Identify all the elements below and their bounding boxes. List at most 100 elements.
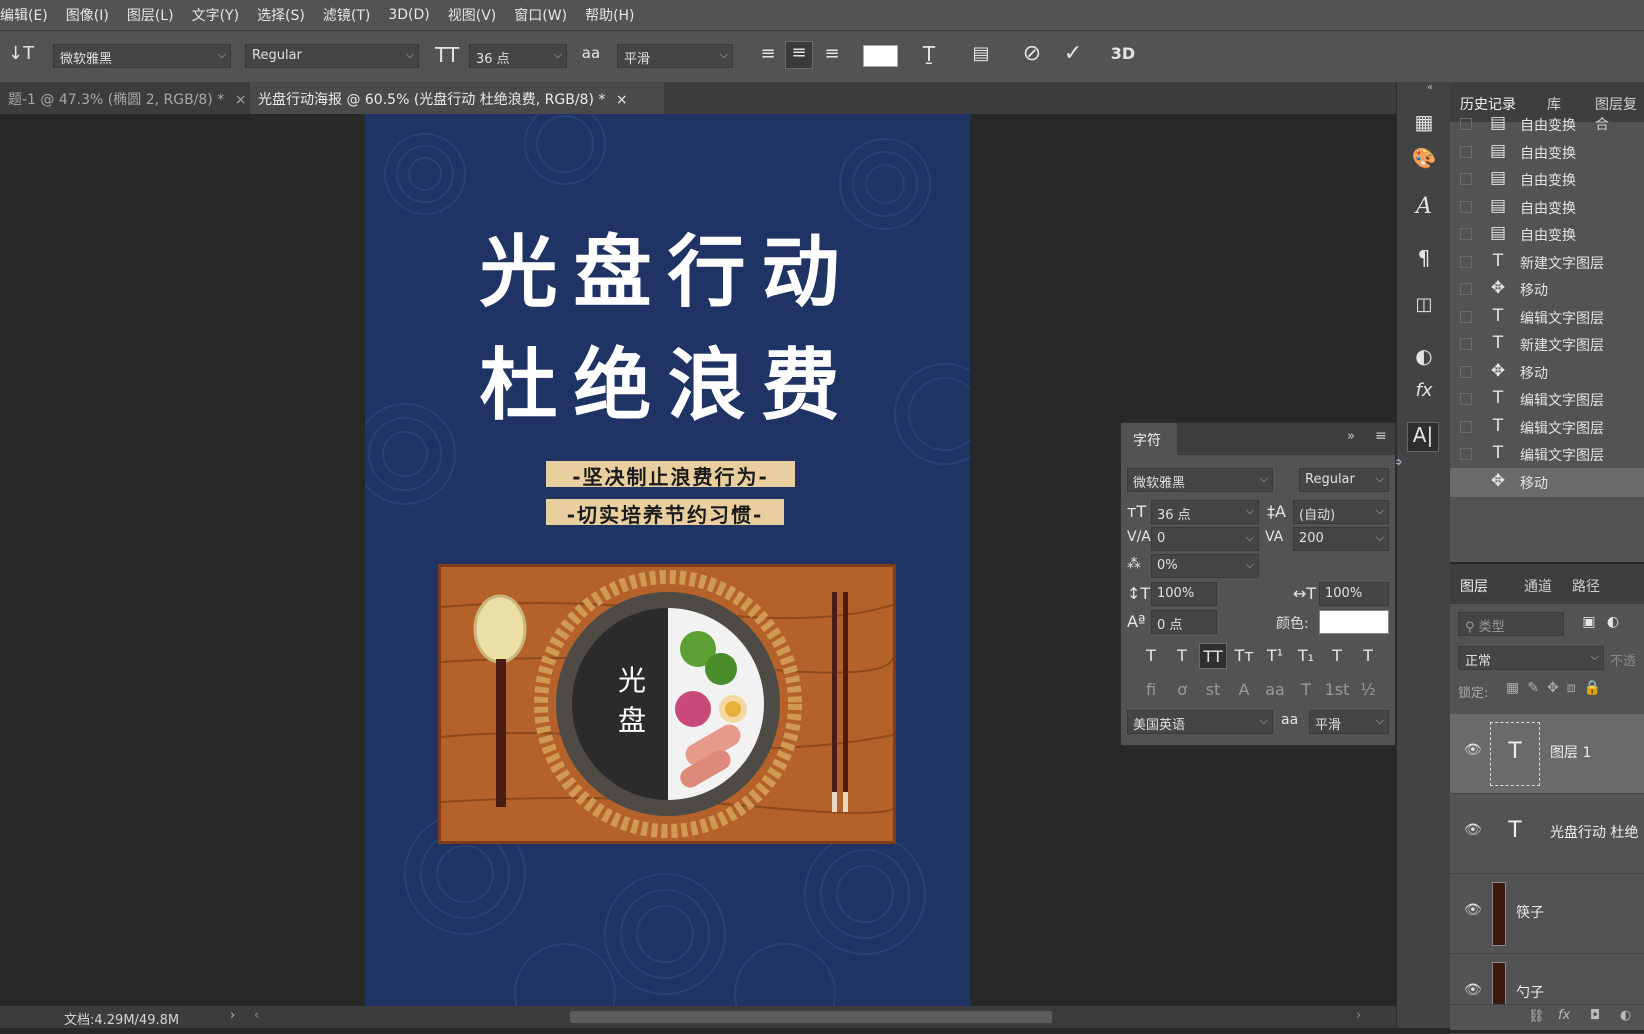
text-color-swatch[interactable]	[863, 45, 898, 67]
history-item[interactable]: T 编辑文字图层	[1450, 440, 1644, 469]
font-style-dropdown[interactable]: Regular ⌵	[245, 44, 419, 68]
char-vscale-field[interactable]: 100%	[1151, 582, 1217, 606]
blend-mode-dropdown[interactable]: 正常 ⌵	[1458, 646, 1604, 670]
3d-materials-icon[interactable]: ◫	[1411, 294, 1437, 315]
visibility-eye-icon[interactable]: 👁	[1464, 982, 1482, 998]
history-item[interactable]: ✥ 移动	[1450, 275, 1644, 304]
type-style-button-5[interactable]: T₁	[1292, 643, 1320, 669]
history-snapshot-checkbox[interactable]	[1460, 173, 1472, 185]
scroll-right-icon[interactable]: ›	[1356, 1008, 1361, 1023]
align-center-icon[interactable]: ≡	[785, 41, 813, 69]
type-style-button-1[interactable]: T	[1168, 643, 1196, 669]
type-style-button-0[interactable]: T	[1137, 643, 1165, 669]
history-snapshot-checkbox[interactable]	[1460, 118, 1472, 130]
glyphs-icon[interactable]: A	[1411, 194, 1437, 219]
adjustments-icon[interactable]: ◐	[1411, 344, 1437, 368]
layer-name[interactable]: 光盘行动 杜绝	[1550, 822, 1638, 842]
filter-adjust-icon[interactable]: ◐	[1604, 614, 1622, 630]
font-size-dropdown[interactable]: 36 点 ⌵	[469, 44, 567, 68]
history-snapshot-checkbox[interactable]	[1460, 393, 1472, 405]
panel-menu-icon[interactable]: ≡	[1375, 428, 1387, 444]
menu-help[interactable]: 帮助(H)	[576, 5, 643, 25]
lock-icons[interactable]: ▦✎✥⧈🔒	[1506, 680, 1609, 696]
menu-filter[interactable]: 滤镜(T)	[314, 5, 379, 25]
doc-size-status[interactable]: 文档:4.29M/49.8M	[64, 1009, 179, 1028]
link-icon[interactable]: ⛓	[1528, 1009, 1545, 1024]
history-item[interactable]: T 编辑文字图层	[1450, 303, 1644, 332]
history-snapshot-checkbox[interactable]	[1460, 145, 1472, 158]
history-snapshot-checkbox[interactable]	[1460, 475, 1472, 488]
filter-image-icon[interactable]: ▣	[1580, 614, 1598, 630]
tab-untitled[interactable]: 题-1 @ 47.3% (椭圆 2, RGB/8) * ×	[0, 82, 246, 114]
visibility-eye-icon[interactable]: 👁	[1464, 902, 1482, 918]
menu-layer[interactable]: 图层(L)	[118, 5, 183, 25]
close-icon[interactable]: ×	[235, 92, 247, 108]
char-size-field[interactable]: 36 点 ⌵	[1151, 500, 1259, 524]
opentype-button-6[interactable]: 1st	[1323, 677, 1351, 703]
menu-3d[interactable]: 3D(D)	[379, 7, 438, 23]
menu-select[interactable]: 选择(S)	[248, 5, 314, 25]
opentype-button-3[interactable]: A	[1230, 677, 1258, 703]
poster-canvas[interactable]: 光盘行动 杜绝浪费 -坚决制止浪费行为- -切实培养节约习惯- 光 盘	[365, 114, 970, 1006]
history-item[interactable]: T 编辑文字图层	[1450, 413, 1644, 442]
commit-check-icon[interactable]: ✓	[1060, 41, 1086, 66]
visibility-eye-icon[interactable]: 👁	[1464, 822, 1482, 838]
char-color-swatch[interactable]	[1319, 610, 1389, 634]
char-leading-field[interactable]: (自动) ⌵	[1293, 500, 1389, 524]
fx-icon[interactable]: fx	[1558, 1008, 1570, 1023]
close-icon[interactable]: ×	[616, 92, 628, 108]
layer-filter-field[interactable]: ⚲ 类型	[1458, 612, 1564, 636]
history-snapshot-checkbox[interactable]	[1460, 420, 1472, 433]
grid-panel-icon[interactable]: ▦	[1411, 110, 1437, 134]
layer-row[interactable]: 👁 T 图层 1	[1450, 714, 1644, 794]
swatches-palette-icon[interactable]: 🎨	[1411, 146, 1437, 170]
layer-row[interactable]: 👁 T 光盘行动 杜绝	[1450, 794, 1644, 874]
expand-icon[interactable]: »	[1347, 429, 1355, 444]
history-item[interactable]: ✥ 移动	[1450, 467, 1644, 497]
layer-name[interactable]: 勺子	[1516, 982, 1544, 1002]
adjustment-layer-icon[interactable]: ◐	[1620, 1008, 1631, 1023]
character-panel-icon[interactable]: A|	[1407, 422, 1439, 452]
type-style-button-4[interactable]: T¹	[1261, 643, 1289, 669]
layer-name[interactable]: 图层 1	[1550, 742, 1591, 762]
char-font-family-dropdown[interactable]: 微软雅黑 ⌵	[1127, 468, 1273, 492]
tab-paths[interactable]: 路径	[1572, 576, 1600, 596]
tab-channels[interactable]: 通道	[1524, 576, 1552, 596]
history-snapshot-checkbox[interactable]	[1460, 365, 1472, 378]
paragraph-icon[interactable]: ¶	[1411, 246, 1437, 270]
opentype-button-1[interactable]: ơ	[1168, 677, 1196, 703]
history-item[interactable]: T 编辑文字图层	[1450, 385, 1644, 414]
history-snapshot-checkbox[interactable]	[1460, 338, 1472, 350]
char-font-style-dropdown[interactable]: Regular ⌵	[1299, 468, 1389, 492]
opentype-button-4[interactable]: aa	[1261, 677, 1289, 703]
history-item[interactable]: T 新建文字图层	[1450, 248, 1644, 277]
scroll-left-icon[interactable]: ‹	[254, 1008, 259, 1023]
history-snapshot-checkbox[interactable]	[1460, 283, 1472, 295]
menu-image[interactable]: 图像(I)	[57, 5, 118, 25]
history-item[interactable]: T 新建文字图层	[1450, 330, 1644, 359]
visibility-eye-icon[interactable]: 👁	[1464, 742, 1482, 758]
cancel-icon[interactable]: ⊘	[1019, 41, 1045, 66]
history-item[interactable]: ▤ 自由变换	[1450, 165, 1644, 194]
char-hscale-field[interactable]: 100%	[1319, 582, 1389, 606]
opentype-button-7[interactable]: ½	[1354, 677, 1382, 703]
chevron-right-icon[interactable]: ›	[230, 1008, 235, 1023]
history-snapshot-checkbox[interactable]	[1460, 200, 1472, 213]
history-item[interactable]: ▤ 自由变换	[1450, 110, 1644, 139]
align-right-icon[interactable]: ≡	[819, 43, 845, 64]
menu-view[interactable]: 视图(V)	[439, 5, 506, 25]
menu-edit[interactable]: 编辑(E)	[0, 5, 57, 25]
history-item[interactable]: ✥ 移动	[1450, 358, 1644, 387]
layer-row[interactable]: 👁 筷子	[1450, 874, 1644, 954]
type-style-button-6[interactable]: T	[1323, 643, 1351, 669]
char-baseline-field[interactable]: 0 点	[1151, 610, 1217, 634]
character-panel[interactable]: 字符 » ≡ 微软雅黑 ⌵ Regular ⌵ ᴛT 36 点 ⌵ ‡A (自动) ⌵ …	[1120, 422, 1396, 746]
type-style-button-3[interactable]: Tт	[1230, 643, 1258, 669]
opentype-button-0[interactable]: ﬁ	[1137, 677, 1165, 703]
menu-window[interactable]: 窗口(W)	[505, 5, 576, 25]
tab-layers[interactable]: 图层	[1460, 576, 1488, 596]
history-item[interactable]: ▤ 自由变换	[1450, 138, 1644, 167]
char-tsume-field[interactable]: 0% ⌵	[1151, 554, 1259, 578]
type-style-button-7[interactable]: T	[1354, 643, 1382, 669]
styles-fx-icon[interactable]: fx	[1411, 380, 1437, 401]
